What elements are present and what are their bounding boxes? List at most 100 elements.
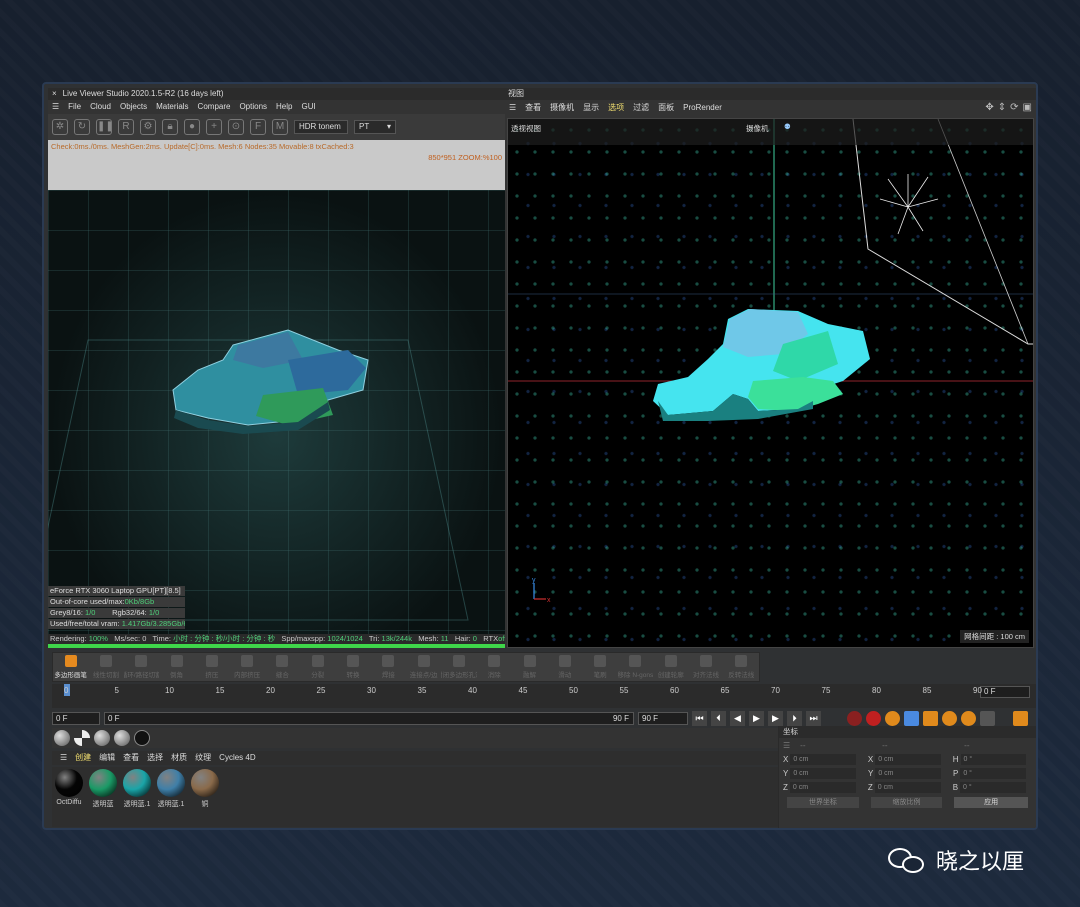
- tool-button[interactable]: 挤压: [194, 653, 229, 681]
- focus-icon[interactable]: F: [250, 119, 266, 135]
- tool-button[interactable]: 创建轮廓: [653, 653, 688, 681]
- viewport-menu-display[interactable]: 显示: [583, 100, 599, 116]
- coord-input[interactable]: 0 °: [960, 753, 1027, 765]
- tool-button[interactable]: 焊接: [371, 653, 406, 681]
- menu-gui[interactable]: GUI: [301, 100, 315, 114]
- hamburger-icon[interactable]: ☰: [60, 751, 67, 765]
- keyframe-selection-icon[interactable]: [885, 710, 900, 726]
- tool-button[interactable]: 内部挤压: [229, 653, 264, 681]
- film-icon[interactable]: [1013, 710, 1028, 726]
- tool-button[interactable]: 循环/路径切割: [124, 653, 159, 681]
- mat-menu-texture[interactable]: 纹理: [195, 751, 211, 765]
- tonemap-select[interactable]: HDR tonem: [294, 120, 348, 134]
- dolly-icon[interactable]: ⇕: [998, 102, 1006, 114]
- tool-button[interactable]: 消除: [477, 653, 512, 681]
- material-item[interactable]: 铜: [190, 769, 220, 825]
- restart-icon[interactable]: ↻: [74, 119, 90, 135]
- rotate-view-icon[interactable]: ⟳: [1010, 102, 1018, 114]
- go-end-icon[interactable]: ⏭: [806, 710, 821, 726]
- autokey-icon[interactable]: [866, 710, 881, 726]
- tool-button[interactable]: 缝合: [265, 653, 300, 681]
- record-icon[interactable]: [847, 710, 862, 726]
- move-view-icon[interactable]: ✥: [985, 102, 993, 114]
- end-frame-field[interactable]: 90 F: [638, 711, 688, 725]
- mat-menu-select[interactable]: 选择: [147, 751, 163, 765]
- sphere-preview-icon[interactable]: [54, 730, 70, 746]
- menu-file[interactable]: File: [68, 100, 81, 114]
- mix-preview-icon[interactable]: [134, 730, 150, 746]
- hamburger-icon[interactable]: ☰: [509, 100, 516, 116]
- tool-button[interactable]: 转换: [335, 653, 370, 681]
- menu-options[interactable]: Options: [239, 100, 267, 114]
- apply-button[interactable]: 应用: [954, 797, 1028, 808]
- param-key-icon[interactable]: [961, 710, 976, 726]
- live-render-viewport[interactable]: eForce RTX 3060 Laptop GPU[PT][8.5] Out-…: [48, 190, 505, 634]
- close-icon[interactable]: ×: [52, 88, 57, 100]
- viewport-menu-options[interactable]: 选项: [608, 100, 624, 116]
- send-scene-icon[interactable]: ✲: [52, 119, 68, 135]
- coord-input[interactable]: 0 cm: [875, 767, 941, 779]
- viewport-menu-prorender[interactable]: ProRender: [683, 100, 722, 116]
- tool-button[interactable]: 封闭多边形孔洞: [441, 653, 477, 681]
- start-frame-field[interactable]: 0 F: [52, 711, 100, 725]
- scale-mode-select[interactable]: 缩放比例: [870, 797, 943, 808]
- menu-help[interactable]: Help: [276, 100, 292, 114]
- tool-button[interactable]: 线性切割: [88, 653, 123, 681]
- editor-viewport[interactable]: 透视视图 摄像机 ⚉ y x 网格间距 : 100 cm: [507, 118, 1034, 648]
- play-icon[interactable]: ▶: [749, 710, 764, 726]
- tool-button[interactable]: 反转法线: [724, 653, 759, 681]
- settings-gear-icon[interactable]: ⚙: [140, 119, 156, 135]
- hamburger-icon[interactable]: ☰: [52, 100, 59, 114]
- tool-button[interactable]: 倒角: [159, 653, 194, 681]
- tool-button[interactable]: 融解: [512, 653, 547, 681]
- menu-materials[interactable]: Materials: [156, 100, 188, 114]
- coord-input[interactable]: 0 cm: [790, 753, 856, 765]
- material-item[interactable]: 透明蓝.1: [122, 769, 152, 825]
- metal-preview-icon[interactable]: [94, 730, 110, 746]
- tool-button[interactable]: 分裂: [300, 653, 335, 681]
- viewport-menu-view[interactable]: 查看: [525, 100, 541, 116]
- menu-compare[interactable]: Compare: [198, 100, 231, 114]
- pause-icon[interactable]: ❚❚: [96, 119, 114, 135]
- material-item[interactable]: OctDiffu: [54, 769, 84, 825]
- viewport-menu-camera[interactable]: 摄像机: [550, 100, 574, 116]
- region-icon[interactable]: R: [118, 119, 134, 135]
- mat-menu-material[interactable]: 材质: [171, 751, 187, 765]
- pick-icon[interactable]: ⊙: [228, 119, 244, 135]
- viewport-menu-filter[interactable]: 过滤: [633, 100, 649, 116]
- mat-menu-view[interactable]: 查看: [123, 751, 139, 765]
- tool-button[interactable]: 对齐法线: [688, 653, 723, 681]
- mat-menu-edit[interactable]: 编辑: [99, 751, 115, 765]
- material-item[interactable]: 透明蓝.1: [156, 769, 186, 825]
- viewport-menu-panel[interactable]: 面板: [658, 100, 674, 116]
- coord-input[interactable]: 0 cm: [790, 767, 856, 779]
- coord-input[interactable]: 0 °: [960, 767, 1026, 779]
- camera-icon[interactable]: ⚉: [784, 122, 791, 131]
- current-frame-field[interactable]: 0 F: [980, 686, 1030, 698]
- tool-button[interactable]: 移除 N-gons: [618, 653, 653, 681]
- tool-button[interactable]: 连接点/边: [406, 653, 441, 681]
- checker-preview-icon[interactable]: [74, 730, 90, 746]
- mat-menu-cycles[interactable]: Cycles 4D: [219, 751, 255, 765]
- kernel-select[interactable]: PT ▾: [354, 120, 396, 134]
- maximize-icon[interactable]: ▣: [1023, 102, 1032, 114]
- rotation-key-icon[interactable]: [942, 710, 957, 726]
- tool-button[interactable]: 滑动: [547, 653, 582, 681]
- hamburger-icon[interactable]: ☰: [783, 741, 790, 750]
- position-key-icon[interactable]: [904, 710, 919, 726]
- coord-input[interactable]: 0 cm: [789, 781, 856, 793]
- material-ball-icon[interactable]: ●: [184, 119, 200, 135]
- range-slider[interactable]: 0 F 90 F: [104, 711, 634, 725]
- timeline-ruler[interactable]: 0 F 0 5 10 15 20 25 30 35 40 45 50 55 60 65 70 75 80 85 90: [52, 684, 1036, 708]
- coordinates-tab[interactable]: 坐标: [779, 726, 1036, 738]
- material-item[interactable]: 透明蓝: [88, 769, 118, 825]
- coord-input[interactable]: 0 cm: [874, 781, 941, 793]
- next-key-icon[interactable]: ⏵: [787, 710, 802, 726]
- tool-button[interactable]: 多边形画笔: [53, 653, 88, 681]
- go-start-icon[interactable]: ⏮: [692, 710, 707, 726]
- lock-icon[interactable]: 🔒︎: [162, 119, 178, 135]
- material-pick-icon[interactable]: M: [272, 119, 288, 135]
- prev-frame-icon[interactable]: ◀: [730, 710, 745, 726]
- tool-button[interactable]: 笔刷: [582, 653, 617, 681]
- next-frame-icon[interactable]: ▶: [768, 710, 783, 726]
